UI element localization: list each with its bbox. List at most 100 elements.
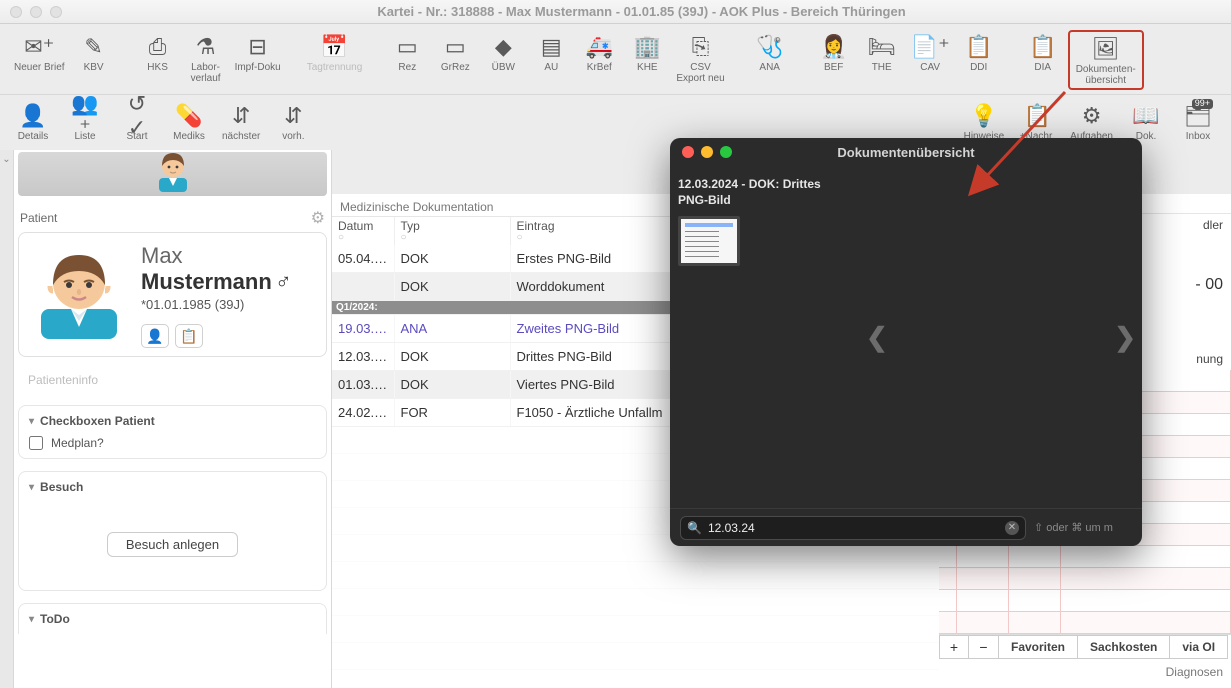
overlay-search-box[interactable]: 🔍 ✕	[680, 516, 1026, 540]
toolbar-the[interactable]: 🛏THE	[859, 30, 905, 75]
toolbar-label: Rez	[398, 62, 416, 73]
toolbar-liste[interactable]: 👥⁺Liste	[62, 99, 108, 144]
table-cell: DOK	[394, 245, 510, 273]
ddi-icon: 📋	[965, 32, 992, 62]
patient-card-clipboard-button[interactable]: 📋	[175, 324, 203, 348]
overlay-search-bar: 🔍 ✕ ⇧ oder ⌘ um m	[670, 508, 1142, 546]
window-titlebar: Kartei - Nr.: 318888 - Max Mustermann - …	[0, 0, 1231, 24]
document-overview-window[interactable]: Dokumentenübersicht 12.03.2024 - DOK: Dr…	[670, 138, 1142, 546]
prev-arrow-icon[interactable]: ❮	[866, 322, 888, 353]
toolbar-vorh[interactable]: ⇵vorh.	[270, 99, 316, 144]
patient-pane: Patient ⚙	[14, 150, 332, 688]
overlay-item-caption: 12.03.2024 - DOK: Drittes PNG-Bild	[678, 176, 852, 208]
toolbar-details[interactable]: 👤Details	[10, 99, 56, 144]
toolbar-khe[interactable]: 🏢KHE	[624, 30, 670, 75]
overlay-zoom-icon[interactable]	[720, 146, 732, 158]
toolbar-krbef[interactable]: 🚑KrBef	[576, 30, 622, 75]
toolbar-label: KBV	[84, 62, 104, 73]
tab-sachkosten[interactable]: Sachkosten	[1078, 635, 1170, 659]
toolbar-label: DIA	[1034, 62, 1051, 73]
toolbar-label: CSVExport neu	[676, 62, 724, 84]
right-grid-row[interactable]	[939, 568, 1231, 590]
tagtrennung-icon: 📅	[321, 32, 348, 62]
gear-icon[interactable]: ⚙	[311, 208, 325, 228]
toolbar-bef[interactable]: 👩‍⚕️BEF	[811, 30, 857, 75]
clear-search-icon[interactable]: ✕	[1005, 521, 1019, 535]
toolbar-labor[interactable]: ⚗Labor-verlauf	[183, 30, 229, 86]
next-arrow-icon[interactable]: ❯	[1114, 322, 1136, 353]
table-header[interactable]: Typ○	[394, 217, 510, 245]
liste-icon: 👥⁺	[70, 101, 100, 131]
toolbar-grrez[interactable]: ▭GrRez	[432, 30, 478, 75]
table-cell: DOK	[394, 371, 510, 399]
toolbar-label: nächster	[222, 131, 260, 142]
toolbar-uebw[interactable]: ◆ÜBW	[480, 30, 526, 75]
naechster-icon: ⇵	[226, 101, 256, 131]
toolbar-start[interactable]: ↺ ✓Start	[114, 99, 160, 144]
besuch-anlegen-button[interactable]: Besuch anlegen	[107, 532, 238, 557]
toolbar-csv[interactable]: ⎘CSVExport neu	[672, 30, 728, 86]
inbox-badge: 99+	[1192, 99, 1213, 109]
toolbar-kbv[interactable]: ✎KBV	[71, 30, 117, 75]
toolbar-cav[interactable]: 📄⁺CAV	[907, 30, 954, 75]
overlay-search-input[interactable]	[708, 521, 999, 535]
cav-icon: 📄⁺	[911, 32, 950, 62]
overlay-thumbnail[interactable]	[678, 216, 740, 266]
toolbar-neuer-brief[interactable]: ✉⁺Neuer Brief	[10, 30, 69, 75]
toolbar-au[interactable]: ▤AU	[528, 30, 574, 75]
patient-first-name: Max	[141, 243, 292, 269]
patient-card: Max Mustermann ♂ *01.01.1985 (39J) 👤 📋	[18, 232, 327, 357]
close-window-icon[interactable]	[10, 6, 22, 18]
patient-info-field[interactable]: Patienteninfo	[18, 365, 327, 395]
table-header[interactable]: Datum○	[332, 217, 394, 245]
toolbar-label: DDI	[970, 62, 987, 73]
tab-via-oi[interactable]: via OI	[1170, 635, 1228, 659]
patient-card-person-button[interactable]: 👤	[141, 324, 169, 348]
tab-favoriten[interactable]: Favoriten	[999, 635, 1078, 659]
zoom-window-icon[interactable]	[50, 6, 62, 18]
toolbar-label: AU	[544, 62, 558, 73]
left-gutter[interactable]: ⌄	[0, 150, 14, 688]
minimize-window-icon[interactable]	[30, 6, 42, 18]
right-grid-row[interactable]	[939, 590, 1231, 612]
besuch-section-header[interactable]: ▾Besuch	[29, 480, 316, 494]
toolbar-rez[interactable]: ▭Rez	[384, 30, 430, 75]
table-cell: 19.03.24	[332, 315, 394, 343]
toolbar-impf[interactable]: ⊟Impf-Doku	[231, 30, 285, 75]
right-tab-strip: + − Favoriten Sachkosten via OI	[939, 634, 1231, 659]
besuch-section-label: Besuch	[40, 480, 83, 494]
right-grid-row[interactable]	[939, 612, 1231, 634]
toolbar-ana[interactable]: 🩺ANA	[747, 30, 793, 75]
toolbar-inbox[interactable]: 🗂99+Inbox	[1175, 99, 1221, 144]
au-icon: ▤	[541, 32, 562, 62]
overlay-minimize-icon[interactable]	[701, 146, 713, 158]
toolbar-label: Inbox	[1186, 131, 1210, 142]
medplan-label: Medplan?	[51, 436, 104, 450]
toolbar-label: GrRez	[441, 62, 470, 73]
overlay-close-icon[interactable]	[682, 146, 694, 158]
traffic-lights	[10, 6, 62, 18]
overlay-titlebar[interactable]: Dokumentenübersicht	[670, 138, 1142, 166]
medplan-row[interactable]: Medplan?	[29, 436, 316, 450]
table-cell: ANA	[394, 315, 510, 343]
minus-button[interactable]: −	[969, 635, 999, 659]
toolbar-naechster[interactable]: ⇵nächster	[218, 99, 264, 144]
patient-last-name: Mustermann	[141, 269, 272, 294]
impf-icon: ⊟	[248, 32, 266, 62]
right-grid-row[interactable]	[939, 546, 1231, 568]
toolbar-dokue[interactable]: 🖼Dokumenten-übersicht	[1072, 32, 1140, 88]
toolbar-ddi[interactable]: 📋DDI	[956, 30, 1002, 75]
checkbox-section: ▾Checkboxen Patient Medplan?	[18, 405, 327, 459]
diagnosen-label: Diagnosen	[939, 659, 1231, 685]
mediks-icon: 💊	[174, 101, 204, 131]
checkbox-section-header[interactable]: ▾Checkboxen Patient	[29, 414, 316, 428]
medplan-checkbox[interactable]	[29, 436, 43, 450]
toolbar-dia[interactable]: 📋DIA	[1020, 30, 1066, 75]
toolbar-mediks[interactable]: 💊Mediks	[166, 99, 212, 144]
todo-section-header[interactable]: ▾ToDo	[29, 612, 316, 626]
hinweise-icon: 💡	[969, 101, 999, 131]
avatar-strip	[18, 152, 327, 196]
plus-button[interactable]: +	[939, 635, 969, 659]
toolbar-hks[interactable]: ⎙HKS	[135, 30, 181, 75]
table-cell: 24.02.24	[332, 399, 394, 427]
